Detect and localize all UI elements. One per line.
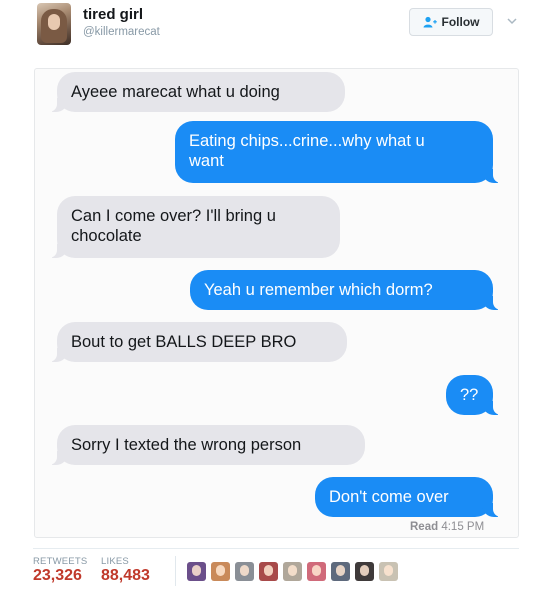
sent-message-bubble: Eating chips...crine...why what u want xyxy=(175,121,503,183)
message-text-line: chocolate xyxy=(71,227,142,245)
liker-avatar-4[interactable] xyxy=(259,562,278,581)
read-label: Read xyxy=(410,521,439,533)
read-time: 4:15 PM xyxy=(441,521,485,533)
message-text-line: Eating chips...crine...why what u xyxy=(189,132,425,150)
chevron-down-icon[interactable] xyxy=(505,14,519,28)
liker-avatar-2[interactable] xyxy=(211,562,230,581)
sent-message-bubble: Don't come over xyxy=(315,477,503,517)
sent-message-bubble: Yeah u remember which dorm? xyxy=(190,270,503,310)
message-text-line: Yeah u remember which dorm? xyxy=(204,281,433,299)
author-avatar[interactable] xyxy=(37,3,71,45)
received-message-bubble: Ayeee marecat what u doing xyxy=(47,72,345,112)
message-text-line: Bout to get BALLS DEEP BRO xyxy=(71,333,297,351)
liker-avatar-7[interactable] xyxy=(331,562,350,581)
follow-label: Follow xyxy=(441,15,480,29)
person-add-icon xyxy=(423,16,437,28)
author-handle[interactable]: @killermarecat xyxy=(83,26,160,38)
received-message-bubble: Can I come over? I'll bring u chocolate xyxy=(47,196,340,258)
liker-avatar-8[interactable] xyxy=(355,562,374,581)
liker-avatar-6[interactable] xyxy=(307,562,326,581)
retweets-label[interactable]: RETWEETS xyxy=(33,556,87,567)
liker-avatar-1[interactable] xyxy=(187,562,206,581)
retweets-count[interactable]: 23,326 xyxy=(33,567,82,585)
read-receipt: Read 4:15 PM xyxy=(410,521,484,533)
stats-divider xyxy=(33,548,519,549)
message-text-line: Don't come over xyxy=(329,488,449,506)
sent-message-bubble: ?? xyxy=(446,375,503,415)
likes-count[interactable]: 88,483 xyxy=(101,567,150,585)
received-message-bubble: Sorry I texted the wrong person xyxy=(47,425,365,465)
message-text-line: Can I come over? I'll bring u xyxy=(71,207,276,225)
stats-separator xyxy=(175,556,176,586)
message-text-line: ?? xyxy=(460,386,479,404)
liker-avatar-9[interactable] xyxy=(379,562,398,581)
likes-label[interactable]: LIKES xyxy=(101,556,129,567)
author-display-name[interactable]: tired girl xyxy=(83,6,143,23)
follow-button[interactable]: Follow xyxy=(409,8,493,36)
received-message-bubble: Bout to get BALLS DEEP BRO xyxy=(47,322,347,362)
message-text-line: want xyxy=(189,152,224,170)
liker-avatar-5[interactable] xyxy=(283,562,302,581)
message-text-line: Sorry I texted the wrong person xyxy=(71,436,302,454)
message-text-line: Ayeee marecat what u doing xyxy=(71,83,280,101)
liker-avatar-3[interactable] xyxy=(235,562,254,581)
